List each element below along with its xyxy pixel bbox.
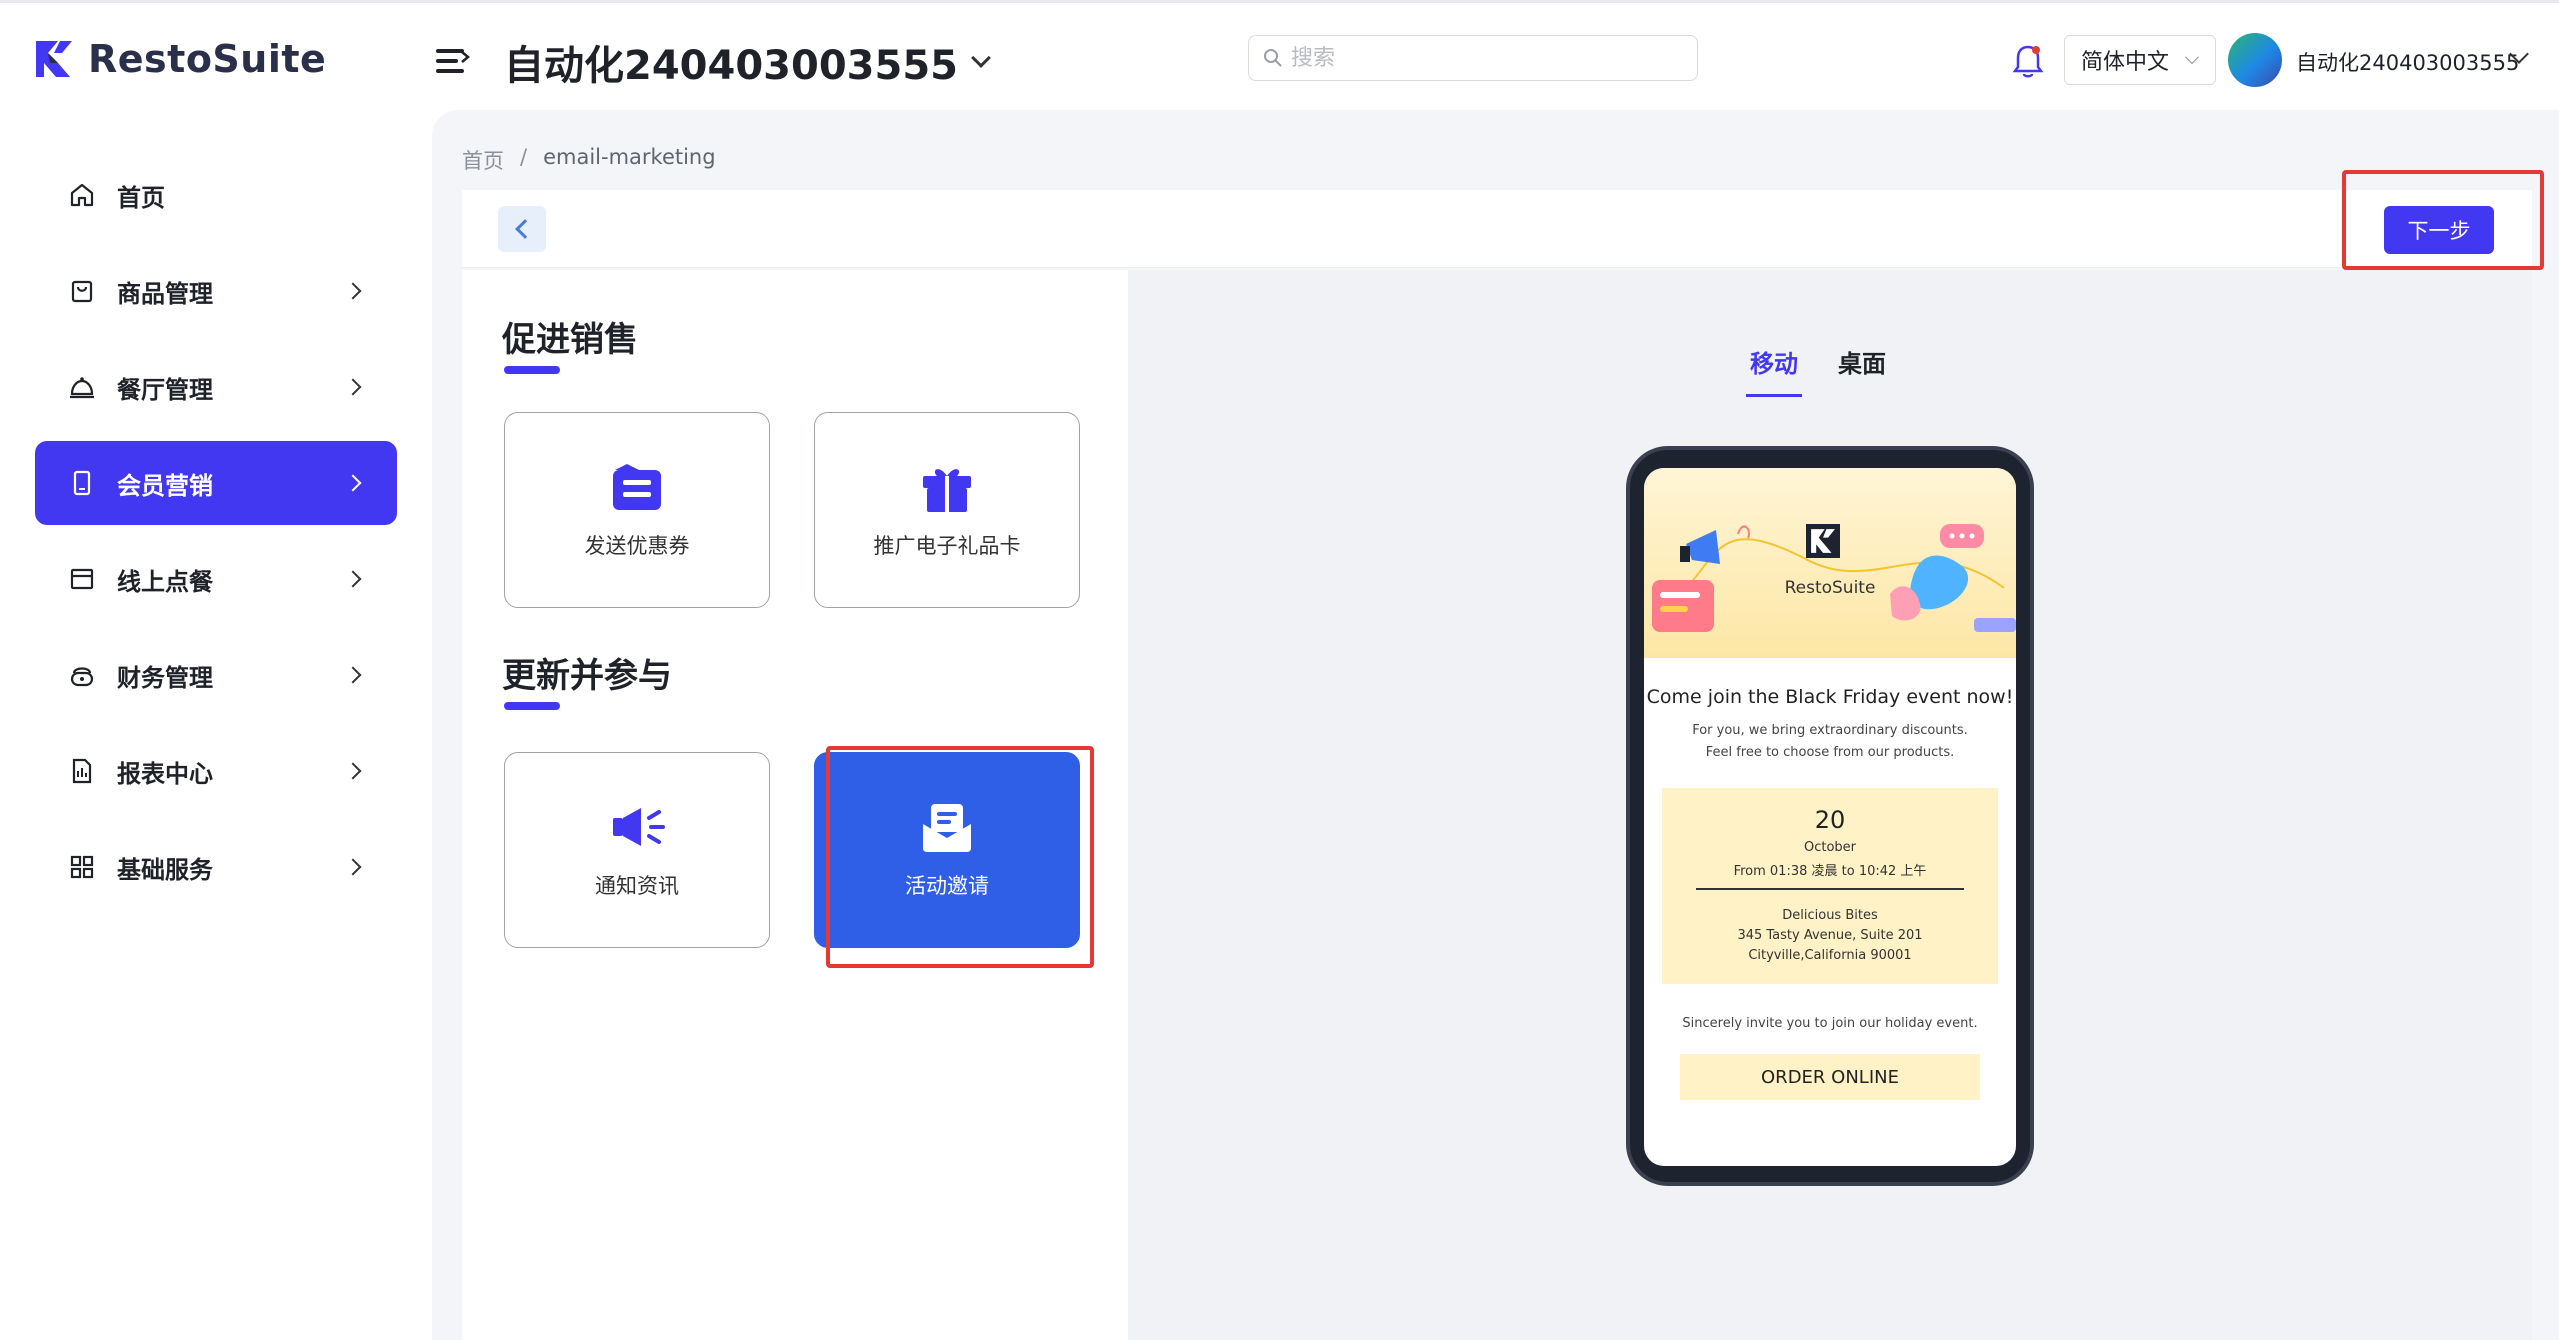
tab-mobile[interactable]: 移动 <box>1746 344 1802 397</box>
chevron-down-icon <box>971 48 991 68</box>
tab-desktop[interactable]: 桌面 <box>1838 344 1886 397</box>
search-box[interactable] <box>1248 35 1698 81</box>
chevron-right-icon <box>344 762 362 780</box>
sidebar-item-label: 餐厅管理 <box>117 375 213 404</box>
home-icon <box>67 180 97 210</box>
breadcrumb: 首页 / email-marketing <box>462 145 716 175</box>
cloche-icon <box>67 372 97 402</box>
section-title-promote-sales: 促进销售 <box>502 320 638 360</box>
sidebar-item-label: 报表中心 <box>117 759 213 788</box>
bag-icon <box>67 276 97 306</box>
breadcrumb-current: email-marketing <box>543 145 716 169</box>
sidebar-item-label: 首页 <box>117 183 165 212</box>
search-icon <box>1264 49 1282 67</box>
language-label: 简体中文 <box>2081 50 2170 75</box>
highlight-box-event-card <box>826 746 1094 968</box>
highlight-box-next <box>2342 170 2544 270</box>
divider <box>1696 888 1964 890</box>
sidebar-item-label: 线上点餐 <box>117 567 213 596</box>
email-preview: RestoSuite Come join the Black Friday ev… <box>1644 468 2016 1166</box>
sidebar-item-restaurant[interactable]: 餐厅管理 <box>35 345 397 429</box>
email-headline: Come join the Black Friday event now! <box>1646 686 2014 708</box>
event-details-box: 20 October From 01:38 凌晨 to 10:42 上午 Del… <box>1662 788 1998 984</box>
avatar[interactable] <box>2228 33 2282 87</box>
order-online-button[interactable]: ORDER ONLINE <box>1680 1054 1980 1100</box>
box-icon <box>67 564 97 594</box>
coupon-icon <box>607 460 667 516</box>
chevron-right-icon <box>344 282 362 300</box>
event-day: 20 <box>1814 806 1846 834</box>
section-title-update-engage: 更新并参与 <box>502 656 672 696</box>
sidebar-item-online-ordering[interactable]: 线上点餐 <box>35 537 397 621</box>
back-button[interactable] <box>498 206 546 252</box>
toolbar: 下一步 <box>462 190 2532 268</box>
breadcrumb-separator: / <box>520 145 528 169</box>
sidebar-item-label: 财务管理 <box>117 663 213 692</box>
sidebar: 首页 商品管理 餐厅管理 会员营销 线上点餐 财务管理 报表中心 基础服务 <box>0 113 432 1340</box>
chevron-down-icon <box>2184 49 2200 65</box>
event-month: October <box>1803 840 1857 855</box>
menu-toggle-icon[interactable] <box>436 47 470 75</box>
header: RestoSuite 自动化240403003555 简体中文 自动化24040… <box>0 3 2559 113</box>
restosuite-logo-icon <box>1806 524 1840 558</box>
hero-illustration <box>1652 524 2016 632</box>
sidebar-item-reports[interactable]: 报表中心 <box>35 729 397 813</box>
email-brand-name: RestoSuite <box>1784 578 1876 598</box>
sidebar-item-home[interactable]: 首页 <box>35 153 397 237</box>
sidebar-item-basic-services[interactable]: 基础服务 <box>35 825 397 909</box>
card-promote-gift-card[interactable]: 推广电子礼品卡 <box>814 412 1080 608</box>
event-city: Cityville,California 90001 <box>1748 948 1912 963</box>
sidebar-item-membership-marketing[interactable]: 会员营销 <box>35 441 397 525</box>
chevron-right-icon <box>344 570 362 588</box>
card-label: 通知资讯 <box>595 874 679 898</box>
card-label: 发送优惠券 <box>584 534 690 558</box>
restosuite-logo-icon <box>36 41 72 77</box>
invite-text: Sincerely invite you to join our holiday… <box>1682 1016 1978 1031</box>
grid-icon <box>67 852 97 882</box>
email-subtext: For you, we bring extraordinary discount… <box>1692 723 1968 760</box>
section-underline <box>504 702 560 710</box>
user-name[interactable]: 自动化240403003555 <box>2296 47 2519 77</box>
sidebar-item-label: 商品管理 <box>117 279 213 308</box>
card-send-coupon[interactable]: 发送优惠券 <box>504 412 770 608</box>
event-address: 345 Tasty Avenue, Suite 201 <box>1737 928 1923 943</box>
preview-tabs: 移动 桌面 <box>1746 344 1886 397</box>
chevron-right-icon <box>344 474 362 492</box>
card-notification-news[interactable]: 通知资讯 <box>504 752 770 948</box>
report-icon <box>67 756 97 786</box>
section-underline <box>504 366 560 374</box>
chevron-right-icon <box>344 858 362 876</box>
wallet-icon <box>67 660 97 690</box>
phone-icon <box>67 468 97 498</box>
store-title: 自动化240403003555 <box>504 43 958 89</box>
megaphone-icon <box>607 800 667 856</box>
breadcrumb-home[interactable]: 首页 <box>462 145 504 175</box>
chevron-left-icon <box>515 219 535 239</box>
chevron-right-icon <box>344 666 362 684</box>
event-place: Delicious Bites <box>1782 908 1878 923</box>
phone-frame: RestoSuite Come join the Black Friday ev… <box>1626 446 2034 1186</box>
chevron-right-icon <box>344 378 362 396</box>
logo-text: RestoSuite <box>88 37 327 81</box>
card-label: 推广电子礼品卡 <box>873 534 1021 558</box>
sidebar-item-label: 会员营销 <box>117 471 213 500</box>
sidebar-item-products[interactable]: 商品管理 <box>35 249 397 333</box>
event-time: From 01:38 凌晨 to 10:42 上午 <box>1733 864 1927 879</box>
bell-icon[interactable] <box>2010 41 2046 81</box>
logo[interactable]: RestoSuite <box>34 37 326 81</box>
search-input[interactable] <box>1291 45 1671 71</box>
language-select[interactable]: 简体中文 <box>2064 35 2216 85</box>
sidebar-item-label: 基础服务 <box>117 855 213 884</box>
email-hero: RestoSuite <box>1644 468 2016 658</box>
sidebar-item-finance[interactable]: 财务管理 <box>35 633 397 717</box>
store-selector[interactable]: 自动化240403003555 <box>504 33 991 91</box>
gift-icon <box>917 460 977 516</box>
